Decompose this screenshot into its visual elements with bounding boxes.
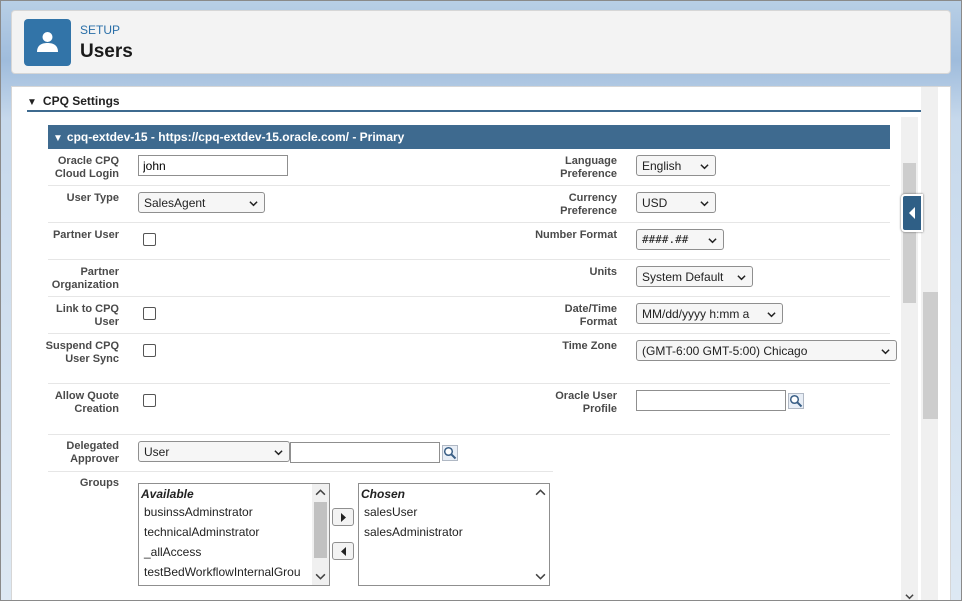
- row-divider: [48, 296, 890, 297]
- chevron-down-icon: [700, 201, 709, 207]
- collapse-triangle-icon: ▼: [53, 133, 63, 144]
- chevron-down-icon: [881, 349, 890, 355]
- units-label: Units: [589, 266, 618, 278]
- suspend-sync-checkbox[interactable]: [143, 344, 156, 357]
- chevron-down-icon: [708, 238, 717, 244]
- row-divider: [48, 222, 890, 223]
- chevron-down-icon[interactable]: [905, 592, 914, 601]
- section-title: CPQ Settings: [42, 94, 120, 108]
- chevron-down-icon: [274, 450, 283, 456]
- available-header: Available: [141, 487, 194, 501]
- units-select[interactable]: System Default: [636, 266, 753, 287]
- lookup-search-icon[interactable]: [442, 445, 458, 461]
- user-icon: [24, 19, 71, 66]
- remove-group-button[interactable]: [332, 542, 354, 560]
- login-label: Oracle CPQ Cloud Login: [54, 155, 119, 180]
- suspend-sync-label: Suspend CPQ User Sync: [45, 340, 119, 365]
- language-select[interactable]: English: [636, 155, 716, 176]
- currency-label: Currency Preference: [560, 192, 617, 217]
- list-item[interactable]: testBedWorkflowInternalGrou: [139, 562, 329, 582]
- cpq-login-input[interactable]: [138, 155, 288, 176]
- arrow-left-icon: [341, 547, 346, 556]
- chosen-header: Chosen: [361, 487, 406, 501]
- datetime-value: MM/dd/yyyy h:mm a: [642, 307, 750, 321]
- scrollbar-thumb[interactable]: [923, 292, 938, 419]
- list-item[interactable]: technicalAdminstrator: [139, 522, 329, 542]
- lookup-search-icon[interactable]: [788, 393, 804, 409]
- subsection-title: cpq-extdev-15 - https://cpq-extdev-15.or…: [66, 130, 405, 144]
- scrollbar-thumb[interactable]: [314, 502, 327, 558]
- chevron-down-icon[interactable]: [535, 571, 546, 582]
- row-divider: [48, 471, 553, 472]
- link-cpq-user-label: Link to CPQ User: [56, 303, 119, 328]
- collapse-triangle-icon: ▼: [27, 97, 37, 108]
- list-item[interactable]: businssAdminstrator: [139, 502, 329, 522]
- page-header: SETUP Users: [11, 10, 951, 74]
- add-group-button[interactable]: [332, 508, 354, 526]
- chosen-groups-list[interactable]: Chosen salesUser salesAdministrator: [358, 483, 550, 586]
- timezone-select[interactable]: (GMT-6:00 GMT-5:00) Chicago: [636, 340, 897, 361]
- chevron-down-icon: [249, 201, 258, 207]
- scrollbar-thumb[interactable]: [903, 163, 916, 303]
- side-panel-toggle[interactable]: [901, 194, 923, 232]
- delegated-type-select[interactable]: User: [138, 441, 290, 462]
- page-scrollbar[interactable]: [921, 87, 938, 600]
- units-value: System Default: [642, 270, 724, 284]
- chosen-scrollbar[interactable]: [532, 484, 549, 585]
- arrow-right-icon: [341, 513, 346, 522]
- user-type-select[interactable]: SalesAgent: [138, 192, 265, 213]
- timezone-label: Time Zone: [562, 340, 617, 352]
- page-title: Users: [80, 41, 133, 62]
- currency-value: USD: [642, 196, 668, 210]
- chevron-up-icon[interactable]: [535, 487, 546, 498]
- link-cpq-user-checkbox[interactable]: [143, 307, 156, 320]
- number-format-select[interactable]: ####.##: [636, 229, 724, 250]
- row-divider: [48, 383, 890, 384]
- row-divider: [48, 434, 890, 435]
- list-item[interactable]: salesUser: [359, 502, 549, 522]
- language-value: English: [642, 159, 682, 173]
- number-format-value: ####.##: [642, 233, 689, 246]
- list-item[interactable]: salesAdministrator: [359, 522, 549, 542]
- row-divider: [48, 333, 890, 334]
- content-panel: ▼ CPQ Settings ▼ cpq-extdev-15 - https://c…: [11, 86, 951, 601]
- profile-label: Oracle User Profile: [555, 390, 617, 415]
- language-label: Language Preference: [560, 155, 617, 180]
- groups-label: Groups: [79, 477, 119, 489]
- list-item[interactable]: _allAccess: [139, 542, 329, 562]
- user-type-label: User Type: [66, 192, 119, 204]
- chevron-up-icon[interactable]: [315, 487, 326, 498]
- delegated-approver-input[interactable]: [290, 442, 440, 463]
- partner-user-checkbox[interactable]: [143, 233, 156, 246]
- chevron-down-icon[interactable]: [315, 571, 326, 582]
- row-divider: [48, 259, 890, 260]
- chevron-down-icon: [767, 312, 776, 318]
- delegated-approver-label: Delegated Approver: [66, 440, 119, 465]
- form-scrollbar[interactable]: [901, 117, 918, 601]
- partner-org-label: Partner Organization: [51, 266, 119, 291]
- app-window: SETUP Users ▼ CPQ Settings ▼ cpq-extdev-15…: [0, 0, 962, 601]
- number-format-label: Number Format: [535, 229, 617, 241]
- subsection-header[interactable]: ▼ cpq-extdev-15 - https://cpq-extdev-15.o…: [48, 125, 890, 149]
- delegated-type-value: User: [144, 445, 170, 459]
- datetime-select[interactable]: MM/dd/yyyy h:mm a: [636, 303, 783, 324]
- datetime-label: Date/Time Format: [564, 303, 617, 328]
- allow-quote-checkbox[interactable]: [143, 394, 156, 407]
- available-groups-list[interactable]: Available businssAdminstrator technicalA…: [138, 483, 330, 586]
- available-scrollbar[interactable]: [312, 484, 329, 585]
- chevron-down-icon: [737, 275, 746, 281]
- row-divider: [48, 185, 890, 186]
- currency-select[interactable]: USD: [636, 192, 716, 213]
- timezone-value: (GMT-6:00 GMT-5:00) Chicago: [642, 344, 808, 358]
- chevron-left-icon: [909, 207, 915, 219]
- breadcrumb[interactable]: SETUP: [80, 23, 120, 37]
- section-cpq-settings[interactable]: ▼ CPQ Settings: [27, 94, 921, 112]
- allow-quote-label: Allow Quote Creation: [54, 390, 119, 415]
- user-type-value: SalesAgent: [144, 196, 206, 210]
- partner-user-label: Partner User: [52, 229, 119, 241]
- chevron-down-icon: [700, 164, 709, 170]
- profile-input[interactable]: [636, 390, 786, 411]
